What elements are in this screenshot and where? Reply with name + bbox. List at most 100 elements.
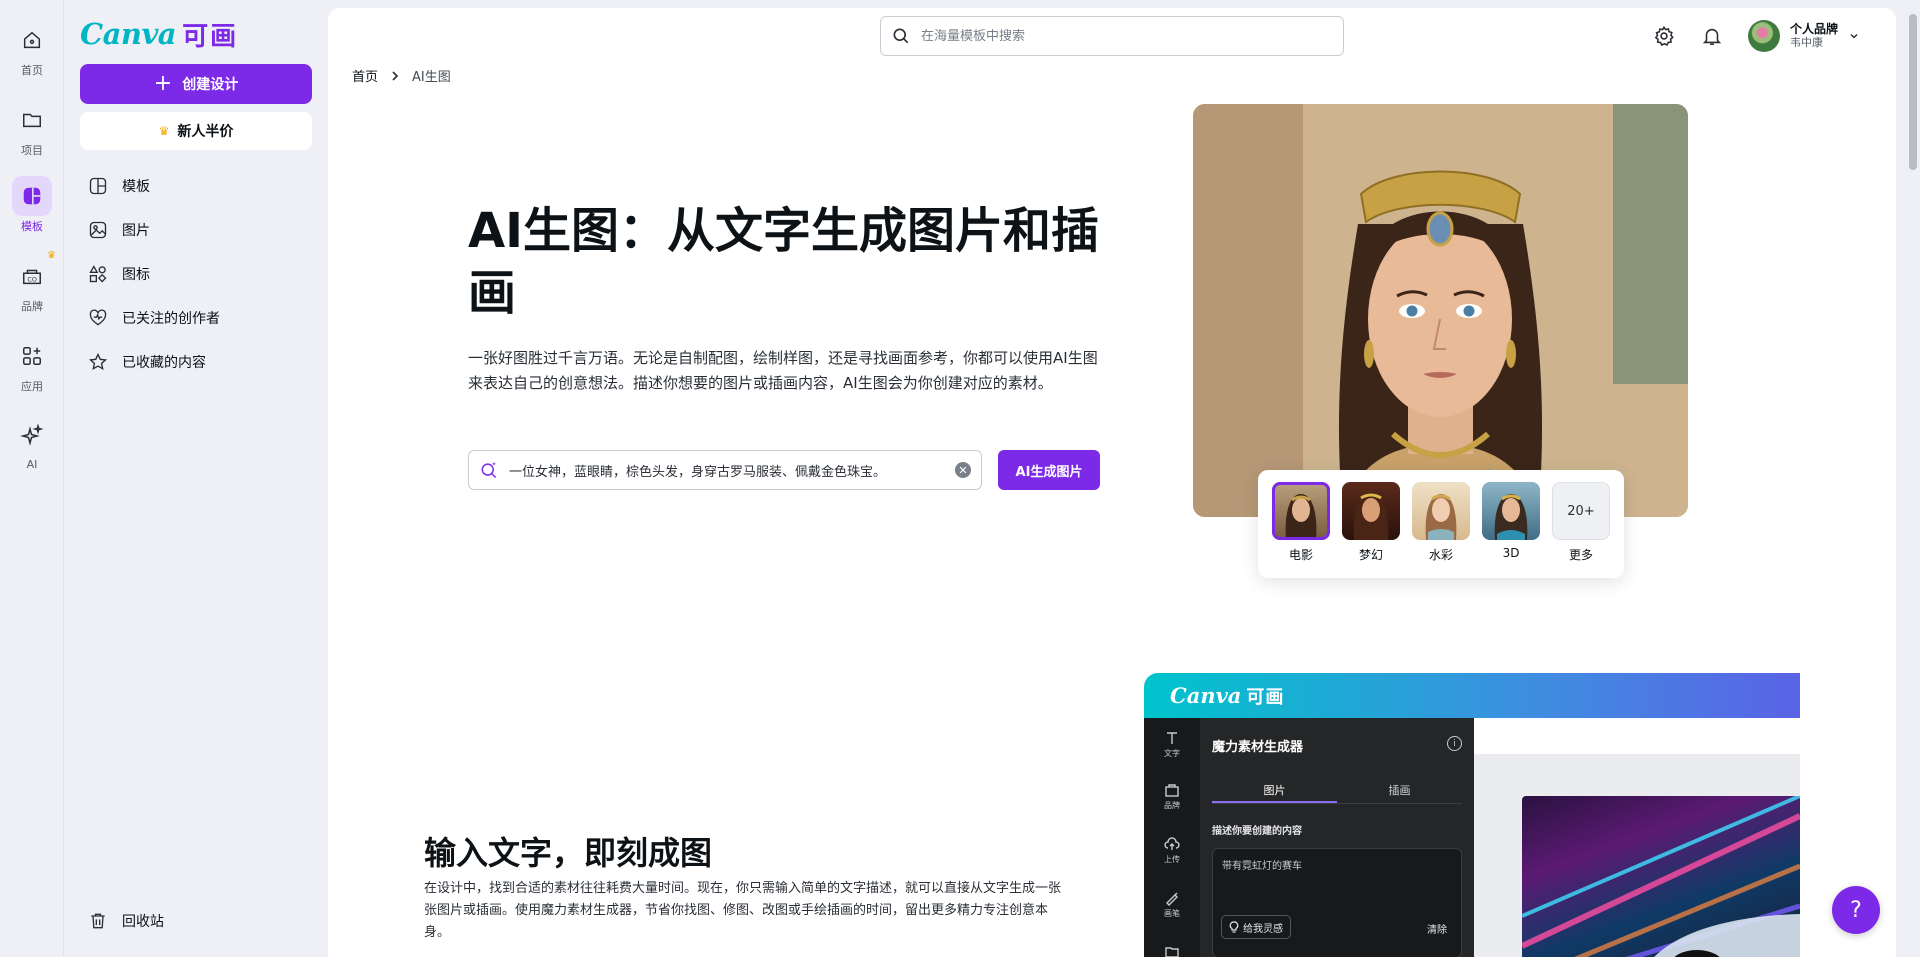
mockup-inspire-label: 给我灵感 [1243,923,1283,935]
rail-label: 品牌 [21,300,43,313]
rail-item-apps[interactable]: 应用 [0,336,64,408]
mockup-rail-text: 文字 [1144,730,1200,759]
brush-icon [1166,892,1178,906]
style-thumbnail [1412,482,1470,540]
rail-label: 模板 [21,220,43,233]
breadcrumb-home[interactable]: 首页 [352,66,378,85]
sidebar-item-label: 图标 [122,267,150,283]
account-menu[interactable]: 个人品牌 韦中康 [1748,17,1860,55]
canva-logo[interactable]: Canva 可画 [80,14,312,54]
more-styles-badge: 20+ [1552,482,1610,540]
style-option-cinematic[interactable]: 电影 [1272,482,1330,578]
settings-button[interactable] [1650,22,1678,50]
mockup-rail-label: 上传 [1164,855,1180,864]
magic-search-icon [481,461,497,479]
create-design-label: 创建设计 [182,77,239,93]
sidebar-item-label: 图片 [122,223,150,239]
page-scrollbar[interactable] [1906,0,1920,957]
rail-item-projects[interactable]: 项目 [0,100,64,172]
goddess-illustration [1193,104,1688,517]
sidebar-item-templates[interactable]: 模板 [80,164,312,208]
account-sub: 韦中康 [1790,36,1823,49]
sidebar-nav: 模板 图片 图标 已关注的创作者 已收藏的内容 [80,164,312,384]
style-option-fantasy[interactable]: 梦幻 [1342,482,1400,578]
sidebar-item-trash[interactable]: 回收站 [80,899,164,943]
scrollbar-thumb[interactable] [1909,14,1917,170]
rail-label: 项目 [21,144,43,157]
style-label: 梦幻 [1358,548,1383,562]
sidebar-item-icons[interactable]: 图标 [80,252,312,296]
sparkle-icon [12,416,52,456]
search-icon [893,28,909,44]
svg-text:CO: CO [27,276,37,284]
sidebar-item-images[interactable]: 图片 [80,208,312,252]
text-icon [1167,732,1177,744]
bell-icon [1702,28,1722,46]
gear-icon [1654,25,1674,47]
style-thumbnail [1272,482,1330,540]
image-icon [89,221,107,239]
ai-generate-button[interactable]: AI生成图片 [998,450,1100,490]
plus-icon: + [153,71,173,96]
style-option-3d[interactable]: 3D [1482,482,1540,578]
rail-label: 首页 [21,64,43,77]
promo-button[interactable]: ♛ 新人半价 [80,112,312,150]
hero-goddess-image [1193,104,1688,517]
rail-item-home[interactable]: 首页 [0,20,64,92]
chevron-right-icon [392,70,399,81]
mockup-clear-label: 清除 [1427,925,1447,936]
mockup-rail-draw: 画笔 [1144,890,1200,919]
trash-label: 回收站 [122,914,164,930]
mockup-rail-folder [1144,944,1200,957]
mockup-generator-panel: 魔力素材生成器 i 图片 插画 描述你要创建的内容 带有霓虹灯的赛车 给我灵感 … [1200,718,1474,957]
notifications-button[interactable] [1698,22,1726,50]
mockup-logo-latin: Canva [1170,683,1242,708]
sidebar-item-label: 已关注的创作者 [122,311,220,327]
rail-item-templates[interactable]: 模板 [0,176,64,248]
rail-item-ai[interactable]: AI [0,416,64,488]
left-rail: 首页 项目 模板 CO ♛ 品牌 应用 AI [0,0,64,957]
trash-icon [91,913,105,929]
mockup-logo-cn: 可画 [1246,686,1285,708]
mockup-rail-label: 画笔 [1164,909,1180,918]
style-thumbnail [1342,482,1400,540]
section-description: 在设计中，找到合适的素材往往耗费大量时间。现在，你只需输入简单的文字描述，就可以… [424,881,1062,940]
mockup-tab-illustration: 插画 [1388,784,1411,797]
prompt-text[interactable]: 一位女神，蓝眼睛，棕色头发，身穿古罗马服装、佩戴金色珠宝。 [509,461,945,480]
style-label: 水彩 [1428,548,1453,562]
star-icon [88,352,108,370]
style-option-watercolor[interactable]: 水彩 [1412,482,1470,578]
sidebar: Canva 可画 + 创建设计 ♛ 新人半价 模板 图片 图标 已关注的创作者 … [64,0,328,957]
mockup-tab-image: 图片 [1212,772,1337,803]
folder-icon [1165,947,1179,957]
create-design-button[interactable]: + 创建设计 [80,64,312,104]
folder-icon [12,100,52,140]
lightbulb-icon [1229,921,1239,933]
style-label: 电影 [1288,548,1313,562]
crown-icon: ♛ [158,124,170,138]
style-picker: 电影 梦幻 水彩 3D 20+ 更多 [1258,470,1624,578]
clear-input-button[interactable]: ✕ [955,462,971,478]
promo-label: 新人半价 [177,124,234,140]
mockup-rail-upload: 上传 [1144,836,1200,865]
style-label: 更多 [1568,548,1593,562]
logo-cn: 可画 [182,21,239,52]
rail-item-brand[interactable]: CO ♛ 品牌 [0,250,64,328]
mockup-field-value: 带有霓虹灯的赛车 [1222,861,1302,872]
templates-icon [12,176,52,216]
account-text: 个人品牌 韦中康 [1790,22,1838,50]
mockup-panel-title: 魔力素材生成器 [1212,740,1304,755]
style-option-more[interactable]: 20+ 更多 [1552,482,1610,578]
main-content: 个人品牌 韦中康 首页 AI生图 AI生图：从文字生成图片和插画 一张好图胜过千… [328,8,1896,957]
help-button[interactable]: ? [1832,886,1880,934]
sidebar-item-followed-creators[interactable]: 已关注的创作者 [80,296,312,340]
search-input[interactable] [921,28,1321,44]
sidebar-item-starred[interactable]: 已收藏的内容 [80,340,312,384]
mockup-rail-brand: 品牌 [1144,782,1200,811]
prompt-input[interactable]: 一位女神，蓝眼睛，棕色头发，身穿古罗马服装、佩戴金色珠宝。 ✕ [468,450,982,490]
search-bar[interactable] [880,16,1344,56]
page-title: AI生图：从文字生成图片和插画 [468,203,1100,321]
style-thumbnail [1482,482,1540,540]
cloud-upload-icon [1164,837,1180,850]
mockup-rail: 文字 品牌 上传 画笔 [1144,718,1200,957]
